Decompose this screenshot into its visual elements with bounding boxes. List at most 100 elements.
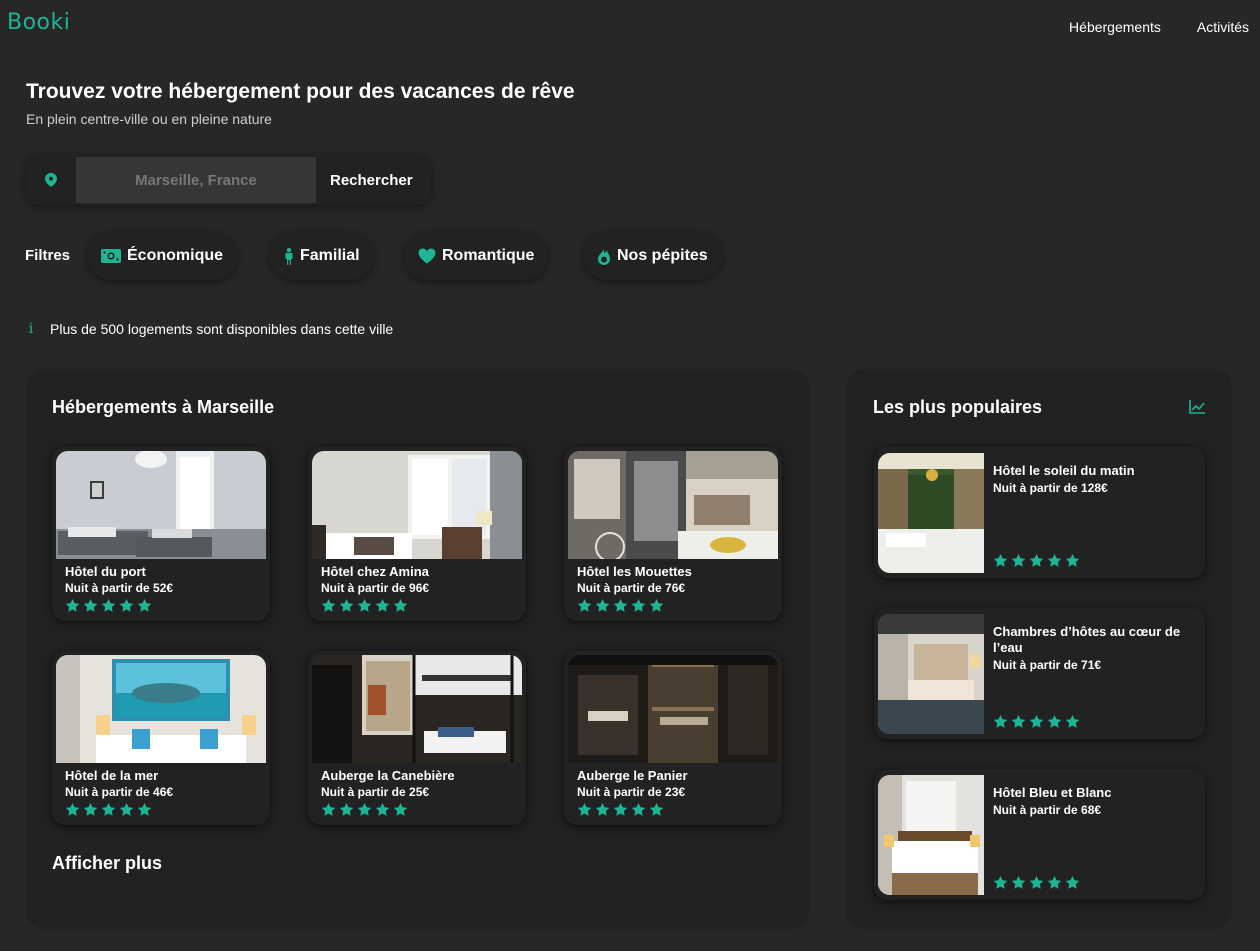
- star-rating: [993, 875, 1080, 890]
- filter-familial-label: Familial: [300, 247, 360, 264]
- hotel-card[interactable]: Hôtel de la mer Nuit à partir de 46€: [52, 651, 270, 825]
- trend-chart-icon: [1189, 400, 1205, 419]
- filter-economique-button[interactable]: Économique: [87, 232, 238, 280]
- star-icon: [631, 598, 646, 612]
- star-rating: [65, 598, 152, 613]
- hotel-image: [312, 451, 522, 559]
- filter-economique-label: Économique: [127, 247, 224, 264]
- hotel-price: Nuit à partir de 25€: [321, 785, 430, 799]
- star-icon: [577, 802, 592, 816]
- star-rating: [321, 802, 408, 817]
- top-nav: Hébergements Activités: [1069, 19, 1249, 35]
- hotel-image: [312, 655, 522, 763]
- star-icon: [1065, 875, 1080, 889]
- filter-pepites-label: Nos pépites: [617, 247, 708, 264]
- star-icon: [375, 802, 390, 816]
- star-icon: [137, 802, 152, 816]
- hotel-name: Hôtel de la mer: [65, 768, 159, 783]
- popular-hotel-card[interactable]: Hôtel Bleu et Blanc Nuit à partir de 68€: [874, 769, 1205, 900]
- star-icon: [321, 598, 336, 612]
- accommodations-title: Hébergements à Marseille: [52, 397, 275, 417]
- filter-romantique-label: Romantique: [442, 247, 535, 264]
- popular-title: Les plus populaires: [873, 397, 1043, 417]
- star-icon: [357, 802, 372, 816]
- star-icon: [595, 802, 610, 816]
- hotel-image: [878, 453, 984, 573]
- show-more-button[interactable]: Afficher plus: [52, 853, 162, 874]
- nav-link-accommodations[interactable]: Hébergements: [1069, 19, 1161, 35]
- star-rating: [321, 598, 408, 613]
- star-icon: [1011, 553, 1026, 567]
- hotel-price: Nuit à partir de 96€: [321, 581, 430, 595]
- page-subtitle: En plein centre-ville ou en pleine natur…: [26, 111, 272, 127]
- star-icon: [393, 802, 408, 816]
- info-icon: i: [28, 321, 34, 337]
- heart-icon: [418, 248, 436, 264]
- booki-logo[interactable]: Booki: [7, 10, 70, 35]
- hotel-card[interactable]: Hôtel les Mouettes Nuit à partir de 76€: [564, 447, 782, 621]
- hotel-image: [568, 655, 778, 763]
- star-icon: [649, 598, 664, 612]
- star-icon: [649, 802, 664, 816]
- page-title: Trouvez votre hébergement pour des vacan…: [26, 80, 575, 103]
- star-icon: [631, 802, 646, 816]
- star-icon: [119, 598, 134, 612]
- hotel-image: [878, 775, 984, 895]
- hotel-image: [568, 451, 778, 559]
- star-icon: [1029, 553, 1044, 567]
- nav-link-activities[interactable]: Activités: [1197, 19, 1249, 35]
- filter-familial-button[interactable]: Familial: [270, 232, 374, 280]
- star-icon: [1011, 875, 1026, 889]
- star-icon: [65, 802, 80, 816]
- search-input[interactable]: [76, 157, 316, 203]
- hotel-price: Nuit à partir de 52€: [65, 581, 174, 595]
- hotel-card[interactable]: Auberge la Canebière Nuit à partir de 25…: [308, 651, 526, 825]
- search-bar: Rechercher: [26, 155, 431, 205]
- hotel-price: Nuit à partir de 23€: [577, 785, 686, 799]
- filter-romantique-button[interactable]: Romantique: [404, 232, 549, 280]
- star-icon: [1047, 714, 1062, 728]
- star-icon: [993, 875, 1008, 889]
- search-button[interactable]: Rechercher: [316, 172, 413, 189]
- popular-hotel-card[interactable]: Chambres d’hôtes au cœur de l’eau Nuit à…: [874, 608, 1205, 739]
- hotel-name: Auberge le Panier: [577, 768, 688, 783]
- star-icon: [1065, 553, 1080, 567]
- availability-info: i Plus de 500 logements sont disponibles…: [26, 321, 393, 337]
- star-icon: [613, 598, 628, 612]
- hotel-price: Nuit à partir de 71€: [993, 658, 1102, 672]
- hotel-image: [878, 614, 984, 734]
- hotel-card[interactable]: Hôtel du port Nuit à partir de 52€: [52, 447, 270, 621]
- hotel-image: [56, 655, 266, 763]
- popular-hotel-card[interactable]: Hôtel le soleil du matin Nuit à partir d…: [874, 447, 1205, 578]
- star-icon: [1011, 714, 1026, 728]
- star-icon: [83, 802, 98, 816]
- star-icon: [137, 598, 152, 612]
- hotel-card[interactable]: Hôtel chez Amina Nuit à partir de 96€: [308, 447, 526, 621]
- star-rating: [577, 802, 664, 817]
- star-icon: [613, 802, 628, 816]
- star-icon: [993, 714, 1008, 728]
- star-icon: [119, 802, 134, 816]
- hotel-price: Nuit à partir de 128€: [993, 481, 1108, 495]
- star-icon: [1029, 875, 1044, 889]
- star-icon: [339, 598, 354, 612]
- filters-label: Filtres: [25, 247, 71, 264]
- star-icon: [101, 802, 116, 816]
- star-icon: [1047, 875, 1062, 889]
- hotel-name: Hôtel le soleil du matin: [993, 463, 1135, 478]
- star-rating: [993, 553, 1080, 568]
- star-icon: [1029, 714, 1044, 728]
- availability-text: Plus de 500 logements sont disponibles d…: [50, 321, 394, 337]
- star-icon: [393, 598, 408, 612]
- star-icon: [1047, 553, 1062, 567]
- money-icon: [101, 249, 121, 263]
- star-icon: [375, 598, 390, 612]
- popular-panel: Les plus populaires Hôtel le soleil du m…: [846, 369, 1232, 929]
- hotel-name: Hôtel les Mouettes: [577, 564, 692, 579]
- filter-pepites-button[interactable]: Nos pépites: [583, 232, 722, 280]
- hotel-name: Hôtel du port: [65, 564, 146, 579]
- star-icon: [83, 598, 98, 612]
- star-icon: [1065, 714, 1080, 728]
- hotel-card[interactable]: Auberge le Panier Nuit à partir de 23€: [564, 651, 782, 825]
- star-rating: [65, 802, 152, 817]
